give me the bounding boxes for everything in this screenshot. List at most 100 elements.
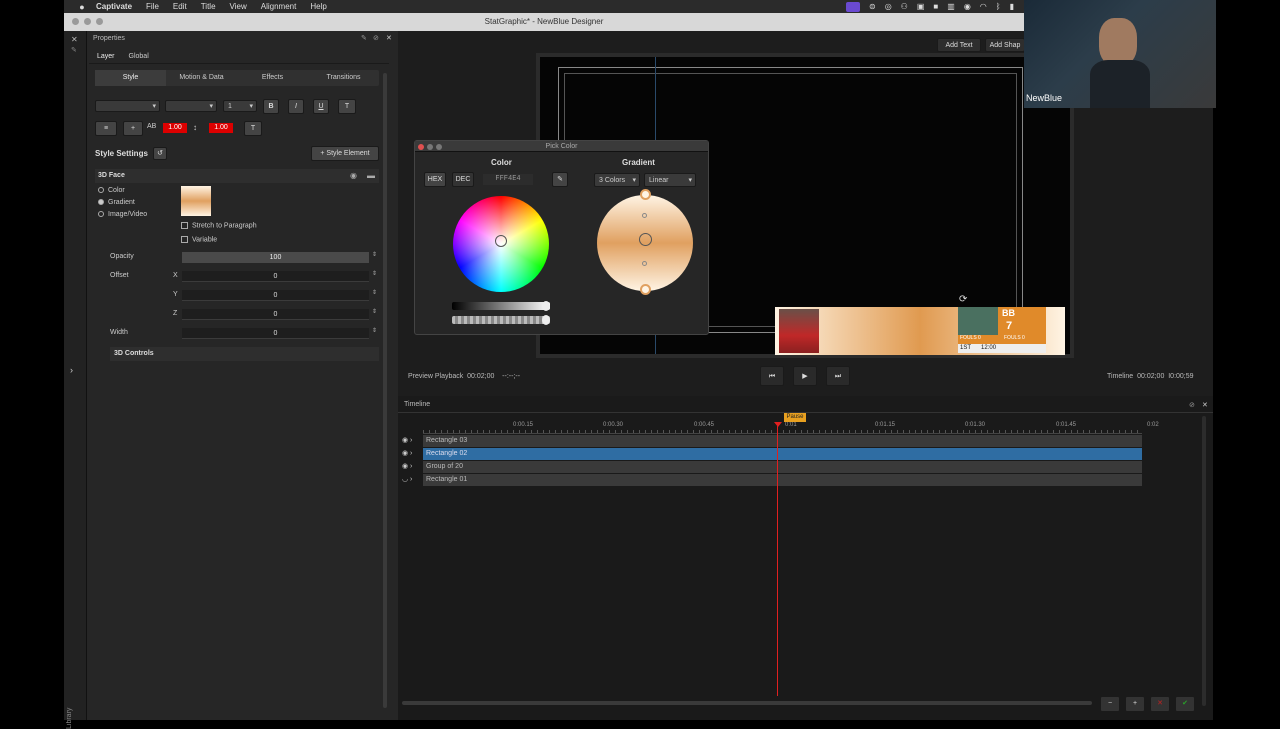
pause-marker[interactable]: Pause: [784, 413, 806, 422]
menu-edit[interactable]: Edit: [173, 2, 187, 11]
gradient-wheel[interactable]: [597, 189, 693, 295]
track-group-of-20[interactable]: Group of 20: [423, 461, 1142, 473]
add-shape-button[interactable]: Add Shap: [985, 38, 1025, 52]
eye-icon[interactable]: ◉ ›: [402, 449, 412, 457]
properties-scrollbar[interactable]: [383, 73, 387, 708]
track-rectangle-01[interactable]: Rectangle 01: [423, 474, 1142, 486]
menu-view[interactable]: View: [230, 2, 247, 11]
apply-button[interactable]: ✔: [1175, 696, 1195, 712]
opacity-slider[interactable]: 100: [182, 252, 369, 263]
panel-close-icon[interactable]: ✕: [386, 34, 392, 42]
zoom-in-button[interactable]: +: [1125, 696, 1145, 712]
menu-alignment[interactable]: Alignment: [261, 2, 297, 11]
slider-thumb[interactable]: [542, 301, 550, 311]
reset-icon[interactable]: ↺: [153, 147, 167, 160]
eye-icon[interactable]: ◉ ›: [402, 462, 412, 470]
face-section-header[interactable]: 3D Face ◉ ▬: [95, 169, 379, 183]
playhead[interactable]: [777, 422, 778, 696]
tab-layer[interactable]: Layer: [97, 53, 115, 60]
wifi-icon[interactable]: ◠: [980, 2, 987, 11]
eyedropper-icon[interactable]: ✎: [552, 172, 568, 187]
3d-controls-section[interactable]: 3D Controls: [110, 347, 379, 361]
menu-help[interactable]: Help: [310, 2, 326, 11]
menu-app[interactable]: Captivate: [96, 2, 132, 11]
brightness-slider[interactable]: [452, 301, 550, 311]
users-icon[interactable]: ⚇: [901, 2, 908, 11]
menu-title[interactable]: Title: [201, 2, 216, 11]
gradient-colors-select[interactable]: 3 Colors ▾: [594, 173, 640, 187]
underline-button[interactable]: U: [313, 99, 329, 114]
chrome-icon[interactable]: ◉: [964, 2, 971, 11]
globe-icon[interactable]: ◎: [885, 2, 892, 11]
tracking-field[interactable]: 1.00: [163, 123, 187, 133]
leading-field[interactable]: 1.00: [209, 123, 233, 133]
dialog-close-button[interactable]: [418, 144, 424, 150]
close-window-button[interactable]: [72, 18, 79, 25]
zoom-out-button[interactable]: −: [1100, 696, 1120, 712]
gradient-swatch[interactable]: [181, 186, 211, 216]
stretch-paragraph-checkbox[interactable]: Stretch to Paragraph: [181, 222, 257, 229]
visibility-eye-icon[interactable]: ◉: [350, 171, 357, 180]
library-tab[interactable]: Library: [66, 689, 84, 729]
gradient-stop-top[interactable]: [640, 189, 651, 200]
tab-motion-data[interactable]: Motion & Data: [166, 70, 237, 86]
fill-image-option[interactable]: Image/Video: [98, 211, 147, 218]
dialog-minimize-button[interactable]: [427, 144, 433, 150]
tab-effects[interactable]: Effects: [237, 70, 308, 86]
offset-x-field[interactable]: 0: [182, 271, 369, 282]
gradient-stop-bottom[interactable]: [640, 284, 651, 295]
gradient-type-select[interactable]: Linear ▾: [644, 173, 696, 187]
eye-icon[interactable]: ◉ ›: [402, 436, 412, 444]
skip-forward-icon[interactable]: ⏭: [826, 366, 850, 386]
hex-value-field[interactable]: FFF4E4: [483, 174, 533, 185]
tab-transitions[interactable]: Transitions: [308, 70, 379, 86]
trash-icon[interactable]: ▬: [367, 171, 375, 180]
wheel-handle[interactable]: [495, 235, 507, 247]
slider-thumb[interactable]: [542, 315, 550, 325]
lower-third-graphic[interactable]: BB 7 FOULS 0 FOULS 0 1ST 12:00: [775, 307, 1065, 355]
spinner-icon[interactable]: ⇕: [372, 270, 377, 277]
font-weight-select[interactable]: ▾: [165, 100, 217, 112]
timeline-vscroll[interactable]: [1202, 416, 1206, 706]
gradient-stop-mid2[interactable]: [642, 261, 647, 266]
offset-y-field[interactable]: 0: [182, 290, 369, 301]
italic-button[interactable]: I: [288, 99, 304, 114]
variable-checkbox[interactable]: Variable: [181, 236, 217, 243]
sync-icon[interactable]: ⊜: [869, 2, 876, 11]
eye-closed-icon[interactable]: ◡ ›: [402, 475, 412, 483]
timeline-close-icon[interactable]: ✕: [1202, 401, 1208, 409]
font-family-select[interactable]: ▾: [95, 100, 160, 112]
time-ruler[interactable]: 0:00.15 0:00.30 0:00.45 0:01 0:01.15 0:0…: [423, 422, 1159, 434]
add-style-element-button[interactable]: + Style Element: [311, 146, 379, 161]
fill-gradient-option[interactable]: Gradient: [98, 199, 135, 206]
menu-file[interactable]: File: [146, 2, 159, 11]
hex-mode-button[interactable]: HEX: [424, 172, 446, 187]
alpha-slider[interactable]: [452, 315, 550, 325]
close-icon[interactable]: ✕: [71, 35, 78, 44]
zoom-window-button[interactable]: [96, 18, 103, 25]
text-options-icon[interactable]: T: [244, 121, 262, 136]
rotate-handle-icon[interactable]: ⟳: [959, 294, 967, 305]
bold-button[interactable]: B: [263, 99, 279, 114]
battery-icon[interactable]: ▮: [1010, 2, 1014, 11]
play-icon[interactable]: ▶: [793, 366, 817, 386]
spinner-icon[interactable]: ⇕: [372, 289, 377, 296]
pin-icon[interactable]: ✎: [71, 46, 77, 54]
dec-mode-button[interactable]: DEC: [452, 172, 474, 187]
move-icon[interactable]: +: [123, 121, 143, 136]
add-text-button[interactable]: Add Text: [937, 38, 981, 52]
puzzle-icon[interactable]: ▣: [917, 2, 925, 11]
spinner-icon[interactable]: ⇕: [372, 327, 377, 334]
width-field[interactable]: 0: [182, 328, 369, 339]
gradient-stop-mid1[interactable]: [642, 213, 647, 218]
cancel-button[interactable]: ✕: [1150, 696, 1170, 712]
skip-back-icon[interactable]: ⏮: [760, 366, 784, 386]
track-rectangle-03[interactable]: Rectangle 03: [423, 435, 1142, 447]
panel-pin-icon[interactable]: ✎: [361, 34, 367, 42]
bluetooth-icon[interactable]: ᛒ: [996, 2, 1001, 11]
camera-icon[interactable]: ■: [933, 2, 938, 11]
expand-chevron-icon[interactable]: ›: [70, 365, 73, 375]
offset-z-field[interactable]: 0: [182, 309, 369, 320]
tab-global[interactable]: Global: [129, 53, 149, 60]
audio-icon[interactable]: ▥: [947, 2, 955, 11]
